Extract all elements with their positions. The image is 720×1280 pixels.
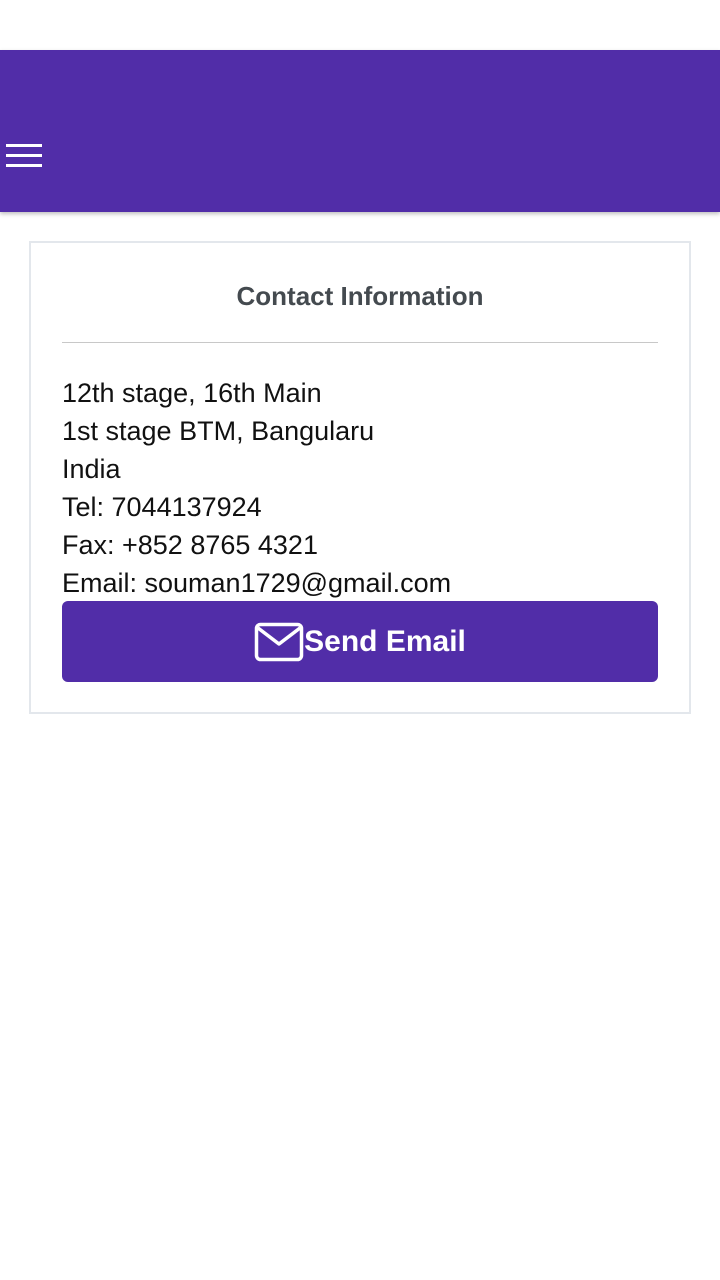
send-email-button[interactable]: Send Email [62, 601, 658, 682]
address-line-1: 12th stage, 16th Main [62, 378, 322, 408]
send-email-label: Send Email [304, 624, 466, 658]
telephone: Tel: 7044137924 [62, 492, 262, 522]
email-address: Email: souman1729@gmail.com [62, 568, 452, 598]
fax: Fax: +852 8765 4321 [62, 530, 318, 560]
divider [62, 342, 658, 343]
address-line-3: India [62, 454, 121, 484]
hamburger-menu-icon [6, 144, 42, 167]
contact-details: 12th stage, 16th Main 1st stage BTM, Ban… [62, 374, 658, 602]
contact-title: Contact Information [236, 281, 484, 311]
envelope-icon [254, 622, 304, 661]
menu-button[interactable] [0, 134, 48, 178]
status-bar [0, 0, 720, 50]
contact-card: Contact Information 12th stage, 16th Mai… [29, 241, 691, 714]
app-bar [0, 50, 720, 212]
address-line-2: 1st stage BTM, Bangularu [62, 416, 375, 446]
